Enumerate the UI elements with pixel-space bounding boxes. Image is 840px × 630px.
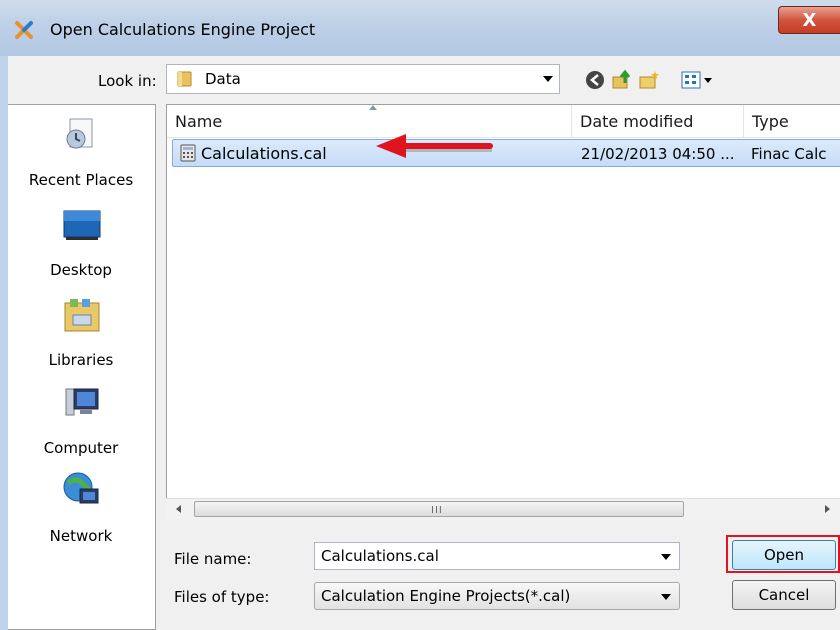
- open-project-dialog: Open Calculations Engine Project X Look …: [0, 0, 840, 630]
- place-recent-places[interactable]: Recent Places: [8, 115, 154, 195]
- chevron-down-icon: [661, 594, 671, 600]
- back-icon[interactable]: [584, 69, 606, 91]
- scroll-right-icon[interactable]: [825, 505, 830, 513]
- places-bar: Recent Places Desktop Libraries Computer…: [8, 104, 156, 630]
- horizontal-scrollbar[interactable]: III: [166, 498, 840, 520]
- open-button[interactable]: Open: [732, 540, 836, 570]
- new-folder-icon[interactable]: [638, 69, 660, 91]
- views-menu-icon[interactable]: [680, 69, 716, 91]
- look-in-dropdown[interactable]: Data: [166, 64, 560, 94]
- place-label: Desktop: [50, 261, 112, 279]
- sort-ascending-icon: [369, 105, 377, 110]
- look-in-value: Data: [205, 70, 241, 88]
- up-folder-icon[interactable]: [610, 69, 632, 91]
- column-header-type[interactable]: Type: [744, 105, 840, 137]
- files-of-type-dropdown[interactable]: Calculation Engine Projects(*.cal): [314, 582, 680, 610]
- scroll-left-icon[interactable]: [176, 505, 181, 513]
- desktop-icon: [63, 210, 101, 240]
- file-name-input[interactable]: Calculations.cal: [314, 542, 680, 570]
- files-of-type-value: Calculation Engine Projects(*.cal): [321, 587, 571, 605]
- file-date-cell: 21/02/2013 04:50 ...: [581, 145, 735, 163]
- place-computer[interactable]: Computer: [8, 383, 154, 463]
- file-name-label: File name:: [174, 550, 252, 568]
- chevron-down-icon: [543, 76, 553, 82]
- place-libraries[interactable]: Libraries: [8, 295, 154, 375]
- recent-places-icon: [66, 118, 93, 149]
- title-bar[interactable]: Open Calculations Engine Project X: [0, 0, 840, 56]
- network-icon: [63, 472, 99, 504]
- place-label: Computer: [43, 439, 119, 457]
- file-name-value: Calculations.cal: [321, 547, 439, 565]
- red-arrow-annotation-icon: [376, 134, 493, 158]
- file-name-cell: Calculations.cal: [201, 144, 327, 163]
- place-label: Recent Places: [28, 171, 134, 189]
- look-in-label: Look in:: [98, 72, 157, 90]
- place-label: Libraries: [48, 351, 114, 369]
- scroll-thumb[interactable]: III: [194, 501, 684, 517]
- computer-icon: [65, 388, 99, 416]
- grip-icon: III: [431, 505, 443, 516]
- window-title: Open Calculations Engine Project: [50, 20, 316, 39]
- calculator-file-icon: [180, 144, 196, 162]
- app-icon: [15, 21, 33, 39]
- dialog-body: Look in: Data Recent Places Desktop Libr…: [8, 56, 840, 630]
- cancel-button[interactable]: Cancel: [732, 580, 836, 610]
- place-network[interactable]: Network: [8, 471, 154, 551]
- libraries-icon: [64, 299, 100, 332]
- place-label: Network: [49, 527, 113, 545]
- place-desktop[interactable]: Desktop: [8, 205, 154, 285]
- files-of-type-label: Files of type:: [174, 588, 270, 606]
- file-type-cell: Finac Calc: [751, 145, 827, 163]
- file-row-selected[interactable]: Calculations.cal 21/02/2013 04:50 ... Fi…: [172, 139, 840, 167]
- close-button[interactable]: X: [778, 6, 840, 34]
- column-header-row: Name Date modified Type: [167, 105, 840, 138]
- column-header-date-modified[interactable]: Date modified: [572, 105, 744, 137]
- folder-icon: [177, 71, 192, 87]
- chevron-down-icon[interactable]: [661, 554, 671, 560]
- file-list[interactable]: Name Date modified Type Calculations.cal…: [166, 104, 840, 520]
